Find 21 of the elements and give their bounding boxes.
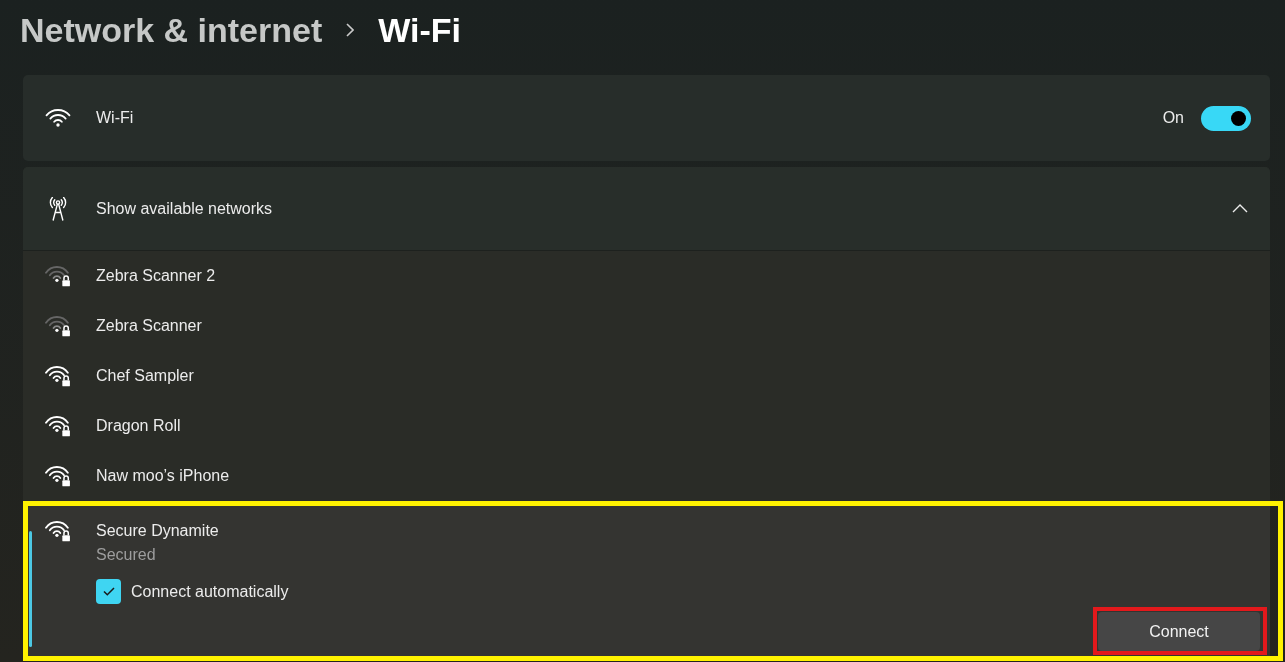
setting-label: Wi-Fi [96, 108, 134, 128]
network-item[interactable]: Zebra Scanner [23, 301, 1270, 351]
network-item[interactable]: Secure Dynamite Secured Connect automatically Connect [28, 506, 1270, 656]
checkbox-label: Connect automatically [131, 581, 289, 602]
network-status: Secured [96, 545, 157, 565]
toggle-switch[interactable] [1201, 105, 1251, 131]
network-item[interactable]: Zebra Scanner 2 [23, 251, 1270, 301]
checkbox[interactable] [96, 579, 121, 604]
breadcrumb-link[interactable]: Network & internet [20, 10, 323, 50]
network-item[interactable]: Naw moo’s iPhone [23, 451, 1270, 501]
connect-button[interactable]: Connect [1098, 612, 1260, 651]
network-item[interactable]: Chef Sampler [23, 351, 1270, 401]
wifi-icon [45, 109, 71, 127]
antenna-tower-icon [48, 196, 68, 221]
toggle-state-label: On [1162, 108, 1184, 128]
network-name: Secure Dynamite [96, 521, 220, 541]
expander-header[interactable]: Show available networks [23, 167, 1270, 251]
check-icon [102, 587, 115, 596]
page-title: Wi-Fi [378, 10, 462, 50]
network-item[interactable]: Dragon Roll [23, 401, 1270, 451]
chevron-right-icon [346, 23, 355, 37]
